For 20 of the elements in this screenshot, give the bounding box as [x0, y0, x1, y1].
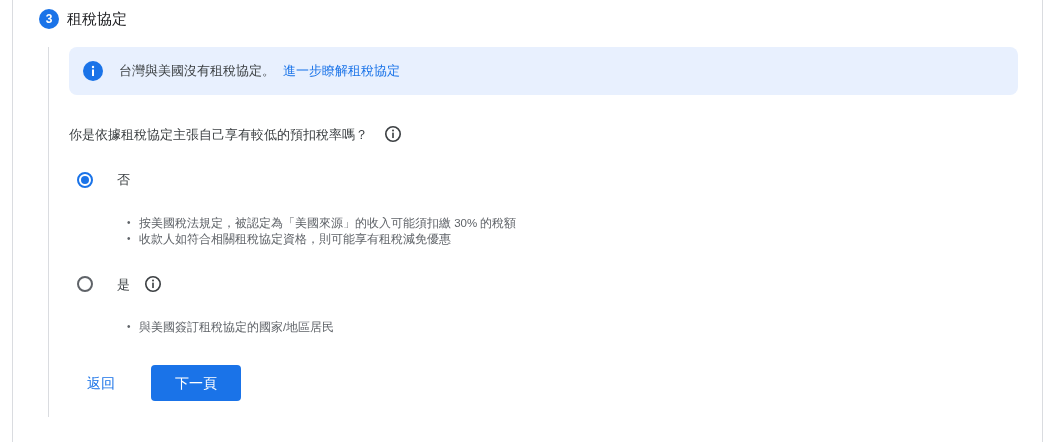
step-number: 3: [39, 9, 59, 30]
notice-text: 台灣與美國沒有租稅協定。: [119, 61, 275, 80]
option-label: 否: [117, 171, 130, 189]
info-icon: [83, 60, 103, 81]
learn-more-link[interactable]: 進一步瞭解租稅協定: [283, 60, 400, 81]
bullet-text: 收款人如符合相關租稅協定資格，則可能享有租稅減免優惠: [139, 231, 451, 247]
bullet-text: 與美國簽訂租稅協定的國家/地區居民: [139, 320, 335, 335]
info-icon[interactable]: [384, 125, 402, 144]
bullet-mark: •: [127, 320, 132, 334]
question-text: 你是依據租稅協定主張自己享有較低的預扣稅率嗎？: [69, 125, 368, 144]
step-title: 租稅協定: [67, 9, 127, 29]
radio-button[interactable]: [77, 171, 93, 188]
bullet-text: 按美國稅法規定，被認定為「美國來源」的收入可能須扣繳 30% 的稅額: [139, 215, 517, 231]
info-icon[interactable]: [144, 275, 162, 294]
bullet-mark: •: [127, 231, 132, 246]
radio-button[interactable]: [77, 276, 93, 293]
option-label: 是: [117, 275, 130, 294]
back-button[interactable]: 返回: [81, 372, 121, 394]
next-button[interactable]: 下一頁: [151, 365, 241, 401]
bullet-mark: •: [127, 215, 132, 230]
